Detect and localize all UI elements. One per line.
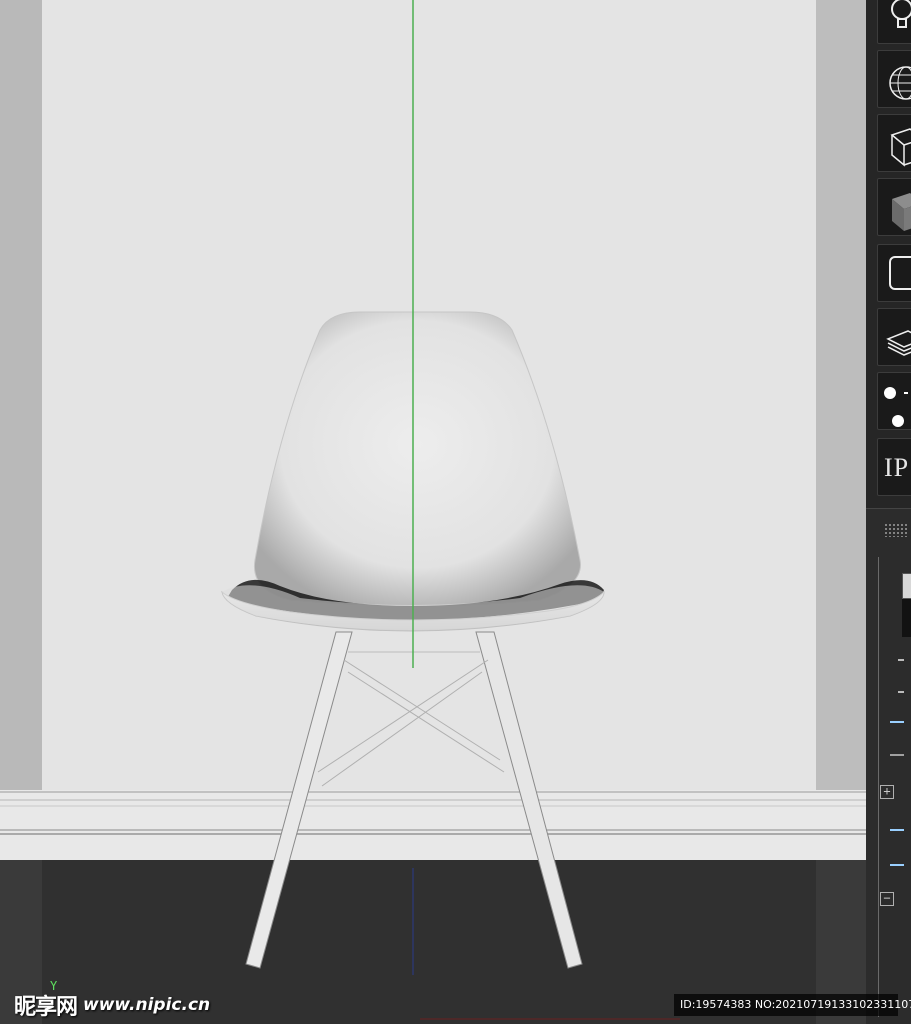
rounded-square-icon[interactable] [877, 244, 911, 302]
wireframe-cube-icon[interactable] [877, 114, 911, 172]
dots-icon[interactable] [877, 372, 911, 430]
3d-viewport[interactable]: Y [0, 0, 866, 1024]
panel-swatch[interactable] [902, 573, 911, 599]
layers-icon[interactable] [877, 308, 911, 366]
panel-dark-slot [902, 599, 911, 637]
expand-plus-icon[interactable]: + [880, 785, 894, 799]
ipr-icon[interactable]: IP [877, 438, 911, 496]
light-bulb-icon[interactable] [877, 0, 911, 44]
scene-panel: + − [866, 508, 911, 1024]
watermark-brand: 昵享网 [14, 995, 78, 1020]
left-band [0, 0, 42, 860]
right-toolbar: IP + − [866, 0, 911, 1024]
watermark-logo: 昵享网 www.nipic.cn [14, 990, 210, 1020]
watermark-url: www.nipic.cn [83, 995, 211, 1015]
wireframe-sphere-icon[interactable] [877, 50, 911, 108]
collapse-minus-icon[interactable]: − [880, 892, 894, 906]
grip-icon[interactable] [884, 523, 908, 537]
right-band [816, 0, 866, 860]
viewport-scene [0, 0, 866, 1024]
watermark-id: ID:19574383 NO:20210719133102331107 [674, 994, 911, 1016]
solid-cube-icon[interactable] [877, 178, 911, 236]
ipr-label: IP [884, 453, 910, 482]
